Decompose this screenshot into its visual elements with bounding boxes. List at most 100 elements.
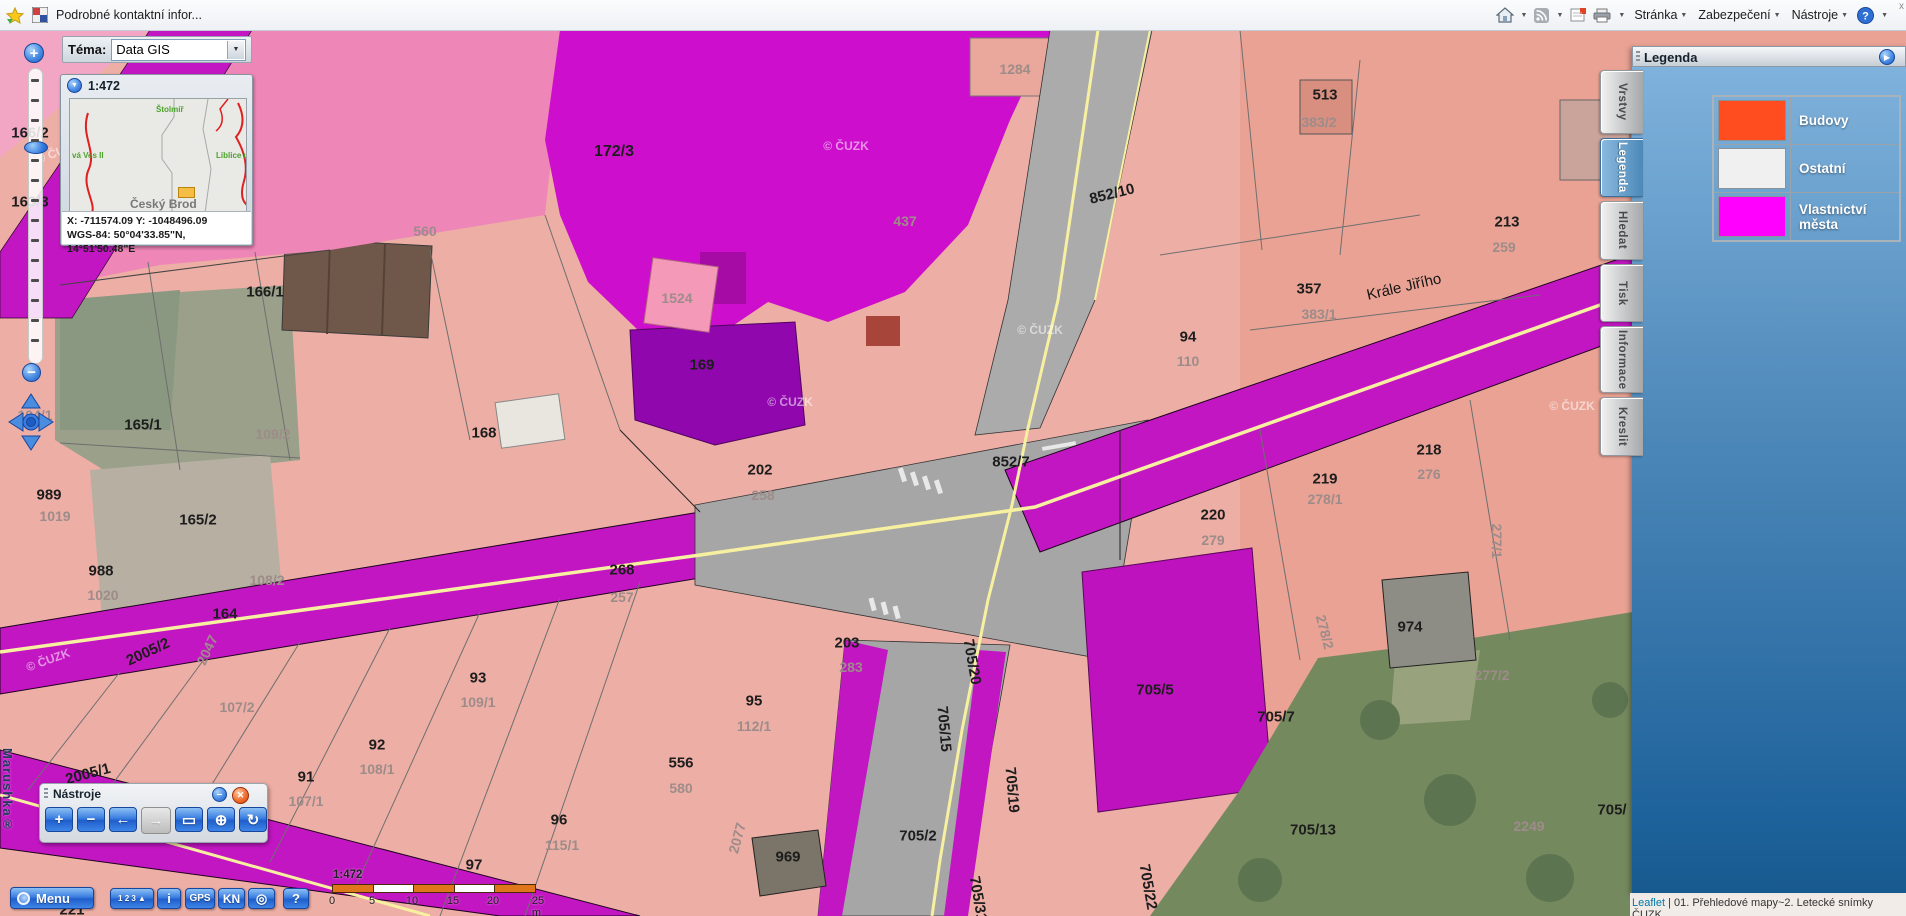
scalebar-bar (332, 884, 536, 893)
parcel-label: 705/2 (899, 828, 937, 845)
panel-collapse-button[interactable]: ▶ (1879, 49, 1895, 65)
parcel-label: 2005/2 (124, 635, 173, 670)
menu-button[interactable]: Menu (10, 887, 94, 909)
info-button[interactable]: i (157, 888, 181, 909)
parcel-label: 513 (1312, 87, 1337, 104)
theme-bar: Téma: Data GIS ▼ (62, 36, 252, 63)
select-arrow-icon[interactable]: ▼ (227, 41, 244, 59)
favorites-star-icon[interactable] (6, 7, 24, 24)
zoom-slider-handle[interactable] (24, 141, 48, 154)
refresh-button[interactable]: ↻ (239, 807, 267, 832)
tab-label: Informace (1616, 330, 1628, 389)
menu-zabezpeceni[interactable]: Zabezpečení▼ (1696, 8, 1782, 22)
parcel-label: 279 (1201, 532, 1224, 548)
zoom-tick (31, 339, 39, 342)
zoom-in-icon: + (55, 811, 64, 828)
parcel-label: 580 (669, 780, 692, 796)
coords-wgs84: WGS-84: 50°04'33.85"N, 14°51'50.48"E (67, 228, 251, 256)
parcel-label: 383/1 (1301, 306, 1336, 322)
read-mail-icon[interactable] (1570, 8, 1586, 22)
parcel-label: 969 (775, 849, 800, 866)
menu-stranka[interactable]: Stránka▼ (1632, 8, 1689, 22)
feed-icon[interactable] (1534, 8, 1549, 23)
parcel-label: 168 (471, 425, 496, 442)
theme-select[interactable]: Data GIS ▼ (111, 39, 246, 61)
parcel-label: 437 (893, 213, 916, 229)
parcel-label: 705/5 (1136, 682, 1174, 699)
zoom-slider[interactable] (28, 68, 43, 364)
forward-button: → (141, 807, 171, 834)
zoom-window-button[interactable]: ▭ (175, 807, 203, 832)
parcel-label: 383/2 (1301, 114, 1336, 130)
overview-scale: 1:472 (88, 79, 120, 93)
overview-map[interactable]: Český Brod Štolmířvá Ves IILiblice u Čes… (69, 98, 247, 214)
tools-minimize-button[interactable]: – (212, 787, 227, 802)
parcel-label: 988 (88, 563, 113, 580)
globe-button[interactable]: ⊕ (207, 807, 235, 832)
legend-swatch-cell (1714, 97, 1791, 144)
pan-up-arrow (22, 394, 40, 408)
scalebar: 1:472 0510152025 m (326, 869, 546, 911)
parcel-label: 164 (212, 606, 237, 623)
tab-informace[interactable]: Informace (1600, 326, 1643, 393)
print-caret-icon[interactable]: ▼ (1618, 12, 1625, 19)
zoom-tick (31, 139, 39, 142)
pan-compass[interactable] (6, 390, 58, 454)
feed-caret-icon[interactable]: ▼ (1556, 12, 1563, 19)
parcel-label: 107/2 (219, 699, 254, 715)
gps-button[interactable]: GPS (185, 888, 215, 909)
tab-legenda[interactable]: Legenda (1600, 138, 1643, 197)
tab-kreslit[interactable]: Kreslit (1600, 397, 1643, 456)
zoom-in-button[interactable]: + (45, 807, 73, 832)
legend-row: Ostatní (1714, 145, 1899, 193)
help-icon[interactable]: ? (1857, 7, 1874, 24)
panel-grip[interactable] (44, 788, 48, 800)
legend-color-swatch (1718, 100, 1786, 141)
tab-title[interactable]: Podrobné kontaktní infor... (56, 8, 202, 22)
parcel-label: 112/1 (737, 718, 771, 734)
parcel-label: 218 (1416, 442, 1441, 459)
back-button[interactable]: ← (109, 807, 137, 832)
zoom-out-button[interactable]: − (22, 363, 41, 382)
parcel-label: 705/15 (934, 705, 955, 752)
kn-button[interactable]: KN (218, 888, 245, 909)
parcel-label: 705/20 (960, 638, 985, 686)
home-caret-icon[interactable]: ▼ (1521, 12, 1528, 19)
tab-tisk[interactable]: Tisk (1600, 264, 1643, 322)
locate-button[interactable]: ◎ (248, 888, 275, 909)
parcel-label: 1019 (39, 508, 70, 524)
parcel-label: 852/10 (1088, 180, 1137, 208)
measure-button[interactable]: 1 2 3 ▲ (110, 888, 154, 909)
tools-panel: Nástroje – ✕ +−←→▭⊕↻ (39, 783, 268, 843)
tab-hledat[interactable]: Hledat (1600, 201, 1643, 260)
zoom-out-button[interactable]: − (77, 807, 105, 832)
tools-close-button[interactable]: ✕ (232, 787, 249, 804)
legend-panel-title: Legenda (1644, 50, 1697, 65)
zoom-in-button[interactable]: + (24, 43, 44, 63)
scalebar-tick: 5 (369, 895, 375, 907)
parcel-label: 110 (1177, 353, 1200, 369)
home-icon[interactable] (1496, 7, 1514, 23)
parcel-label: 705/ (1597, 802, 1626, 819)
parcel-label: 278/2 (1313, 613, 1338, 651)
globe-icon: ⊕ (215, 811, 228, 829)
tab-vrstvy[interactable]: Vrstvy (1600, 70, 1643, 134)
parcel-label: 705/7 (1257, 709, 1295, 726)
legend-panel-header[interactable]: Legenda ▶ (1632, 46, 1906, 67)
parcel-label: 357 (1296, 281, 1321, 298)
parcel-label: 259 (1492, 239, 1515, 255)
print-icon[interactable] (1593, 8, 1611, 23)
panel-grip[interactable] (1636, 51, 1640, 63)
parcel-label: 2249 (1513, 818, 1544, 834)
overview-header[interactable]: ▼ 1:472 (61, 75, 252, 97)
overview-collapse-button[interactable]: ▼ (67, 78, 82, 93)
help-caret-icon[interactable]: ▼ (1881, 12, 1888, 19)
menu-nastroje[interactable]: Nástroje▼ (1790, 8, 1850, 22)
parcel-label: 96 (551, 812, 568, 829)
zoom-tick (31, 79, 39, 82)
help-button[interactable]: ? (283, 888, 309, 909)
zoom-tick (31, 279, 39, 282)
leaflet-link[interactable]: Leaflet (1632, 897, 1665, 909)
notification-close-icon[interactable]: x (1899, 1, 1904, 12)
parcel-label: 2077 (725, 821, 749, 855)
